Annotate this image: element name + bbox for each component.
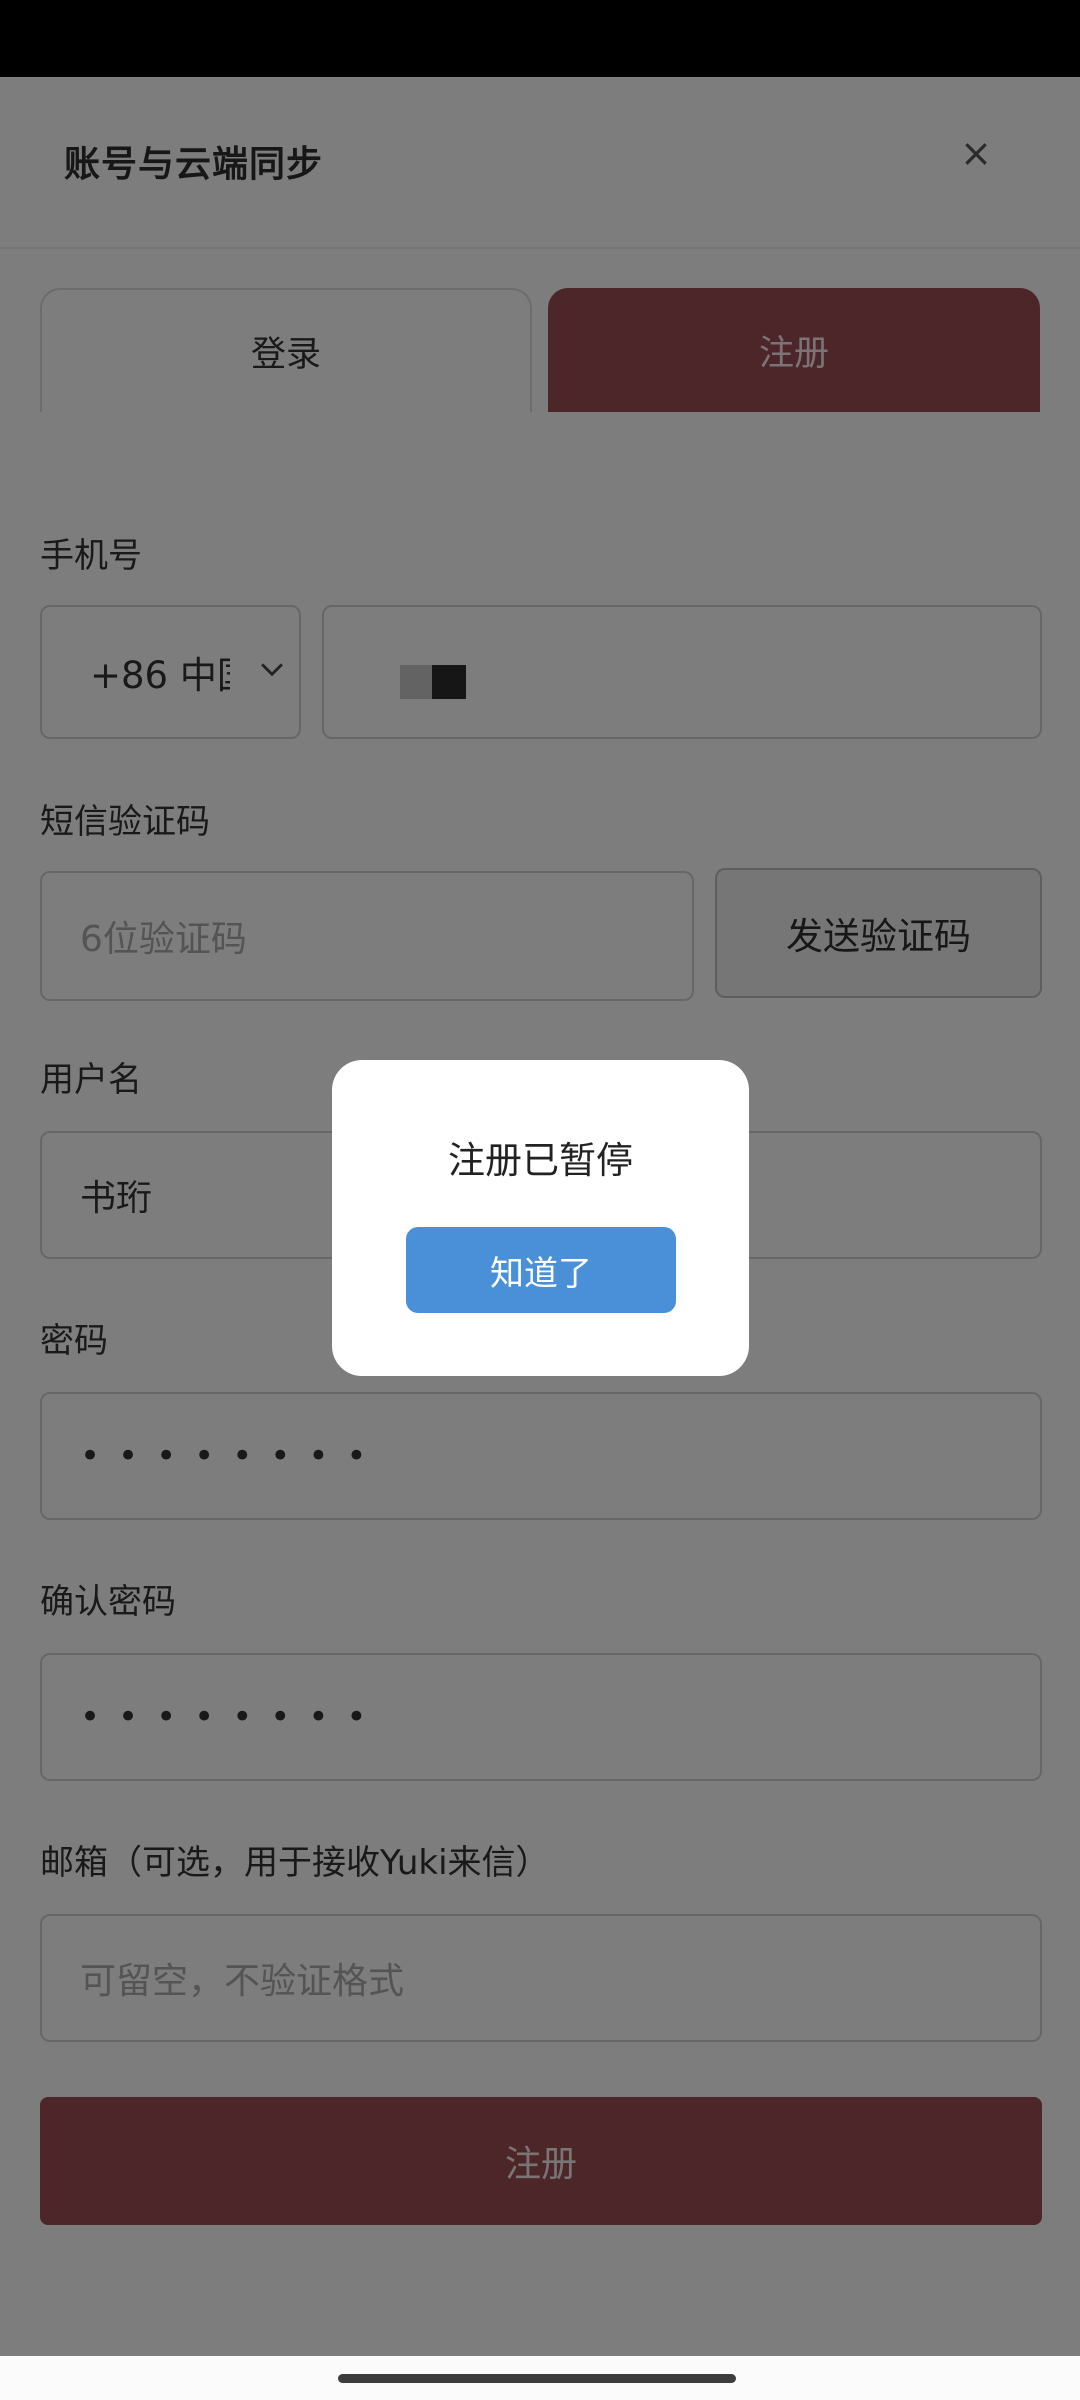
gesture-nav-bar [0,2356,1080,2400]
alert-dialog: 注册已暂停 知道了 [332,1060,749,1376]
home-indicator[interactable] [338,2374,736,2383]
status-bar-overlay [0,0,1080,77]
dialog-message: 注册已暂停 [448,1139,633,1182]
dialog-ok-button[interactable]: 知道了 [406,1227,676,1313]
